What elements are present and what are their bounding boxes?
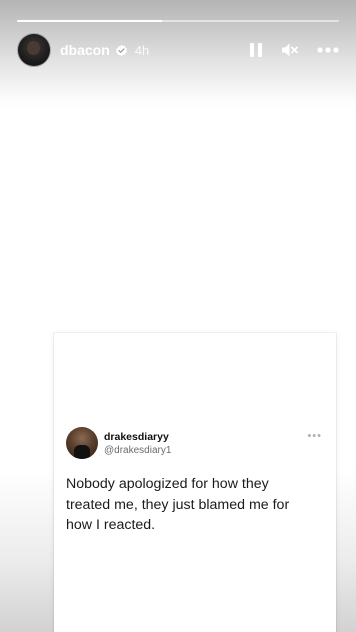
tweet-text: Nobody apologized for how they treated m… bbox=[66, 476, 290, 533]
tweet-author-avatar bbox=[66, 427, 98, 459]
post-time: 4h bbox=[134, 42, 150, 58]
verified-badge-icon bbox=[115, 44, 127, 56]
mute-button[interactable] bbox=[281, 42, 299, 58]
pause-button[interactable] bbox=[249, 42, 263, 58]
like-button[interactable] bbox=[306, 584, 332, 608]
heart-icon bbox=[307, 585, 331, 607]
pause-icon bbox=[250, 43, 262, 57]
story-progress-fill bbox=[17, 20, 162, 22]
story-header: dbacon 4h bbox=[17, 33, 339, 67]
tweet-card: drakesdiaryy @drakesdiary1 ••• Nobody ap… bbox=[54, 333, 336, 632]
user-avatar[interactable] bbox=[17, 33, 51, 67]
muted-speaker-icon bbox=[282, 43, 298, 57]
story-viewer[interactable]: dbacon 4h drakesdiaryy @drakesdiary1 •••… bbox=[0, 0, 356, 632]
story-controls bbox=[249, 42, 339, 58]
tweet-more-icon: ••• bbox=[307, 430, 322, 442]
tweet-author-handle: @drakesdiary1 bbox=[104, 445, 172, 456]
story-progress-bar bbox=[17, 20, 339, 22]
username[interactable]: dbacon bbox=[60, 42, 110, 58]
more-options-icon bbox=[317, 47, 339, 53]
tweet-author-name: drakesdiaryy bbox=[104, 431, 169, 443]
more-options-button[interactable] bbox=[317, 47, 339, 53]
